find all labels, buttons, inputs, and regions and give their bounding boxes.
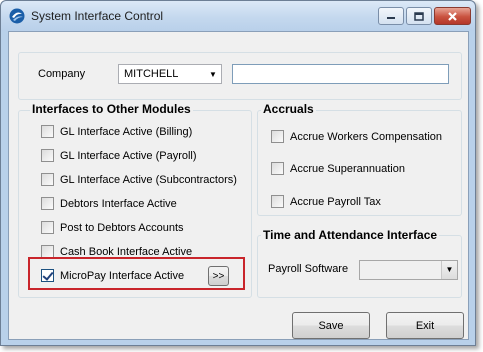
app-logo-icon (9, 8, 25, 24)
accrue-payroll-tax-checkbox[interactable] (271, 195, 284, 208)
accruals-group-title: Accruals (261, 102, 316, 116)
dialog-body: Company MITCHELL ▼ Interfaces to Other M… (8, 31, 469, 340)
accrue-super-checkbox[interactable] (271, 162, 284, 175)
gl-billing-label: GL Interface Active (Billing) (60, 125, 193, 138)
company-select[interactable]: MITCHELL ▼ (118, 64, 222, 84)
minimize-icon (387, 17, 395, 19)
gl-subcontractors-checkbox-row[interactable]: GL Interface Active (Subcontractors) (41, 173, 237, 186)
post-to-debtors-checkbox[interactable] (41, 221, 54, 234)
system-interface-control-window: System Interface Control Company MITCHEL… (0, 0, 476, 346)
accrue-payroll-tax-row[interactable]: Accrue Payroll Tax (271, 195, 381, 208)
accrue-workers-comp-label: Accrue Workers Compensation (290, 130, 443, 143)
gl-subcontractors-checkbox[interactable] (41, 173, 54, 186)
gl-payroll-label: GL Interface Active (Payroll) (60, 149, 197, 162)
window-title: System Interface Control (31, 9, 164, 23)
accrue-payroll-tax-label: Accrue Payroll Tax (290, 195, 381, 208)
debtors-interface-checkbox[interactable] (41, 197, 54, 210)
debtors-interface-checkbox-row[interactable]: Debtors Interface Active (41, 197, 177, 210)
micropay-label: MicroPay Interface Active (60, 269, 185, 282)
exit-button[interactable]: Exit (386, 312, 464, 339)
close-button[interactable] (434, 7, 471, 25)
chevron-down-icon: ▼ (209, 69, 217, 79)
interfaces-group-title: Interfaces to Other Modules (30, 102, 193, 116)
payroll-software-label: Payroll Software (268, 263, 349, 275)
company-label: Company (38, 68, 86, 80)
accrue-super-label: Accrue Superannuation (290, 162, 405, 175)
micropay-checkbox-row[interactable]: MicroPay Interface Active (41, 269, 184, 282)
save-button[interactable]: Save (292, 312, 370, 339)
maximize-button[interactable] (406, 7, 432, 25)
gl-subcontractors-label: GL Interface Active (Subcontractors) (60, 173, 237, 186)
micropay-settings-button[interactable]: >> (208, 266, 229, 286)
gl-payroll-checkbox[interactable] (41, 149, 54, 162)
accrue-super-row[interactable]: Accrue Superannuation (271, 162, 405, 175)
chevron-down-icon: ▼ (441, 261, 457, 279)
close-icon (448, 11, 457, 21)
accrue-workers-comp-checkbox[interactable] (271, 130, 284, 143)
company-select-value: MITCHELL (124, 68, 179, 80)
debtors-interface-label: Debtors Interface Active (60, 197, 177, 210)
time-attendance-group-title: Time and Attendance Interface (261, 228, 440, 242)
post-to-debtors-label: Post to Debtors Accounts (60, 221, 184, 234)
gl-payroll-checkbox-row[interactable]: GL Interface Active (Payroll) (41, 149, 197, 162)
maximize-icon (414, 11, 424, 21)
payroll-software-select[interactable]: ▼ (359, 260, 458, 280)
cash-book-label: Cash Book Interface Active (60, 245, 193, 258)
company-name-field[interactable] (232, 64, 449, 84)
minimize-button[interactable] (378, 7, 404, 25)
gl-billing-checkbox-row[interactable]: GL Interface Active (Billing) (41, 125, 192, 138)
title-bar[interactable]: System Interface Control (1, 1, 475, 31)
gl-billing-checkbox[interactable] (41, 125, 54, 138)
post-to-debtors-checkbox-row[interactable]: Post to Debtors Accounts (41, 221, 184, 234)
accrue-workers-comp-row[interactable]: Accrue Workers Compensation (271, 130, 442, 143)
micropay-checkbox[interactable] (41, 269, 54, 282)
